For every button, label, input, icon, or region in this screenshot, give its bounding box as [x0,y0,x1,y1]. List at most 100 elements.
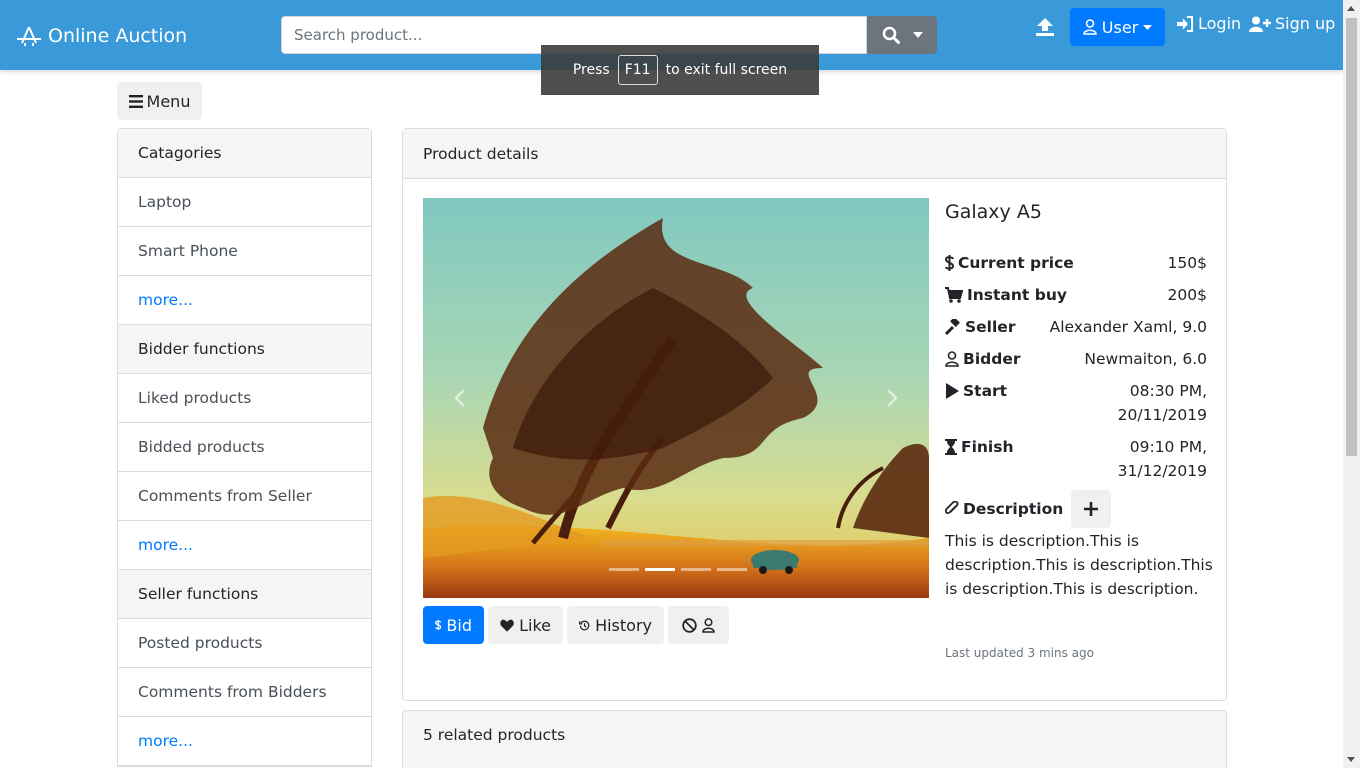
like-label: Like [519,615,551,635]
start-label: Start [963,382,1008,400]
finish-label-wrap: Finish [945,435,1014,483]
fullscreen-key: F11 [617,55,658,85]
dollar-icon [945,255,954,271]
description-text: This is description.This is description.… [945,532,1213,598]
menu-button[interactable]: Menu [117,82,202,120]
product-details-card: Product details Bid Like History Galaxy … [402,128,1227,701]
description-label: Description [963,500,1064,518]
current-price-label: Current price [958,254,1074,272]
like-button[interactable]: Like [488,606,563,644]
user-icon [702,617,715,633]
bid-button[interactable]: Bid [423,606,484,644]
user-icon [945,351,959,367]
auction-logo-icon [17,26,41,46]
start-date: 20/11/2019 [1117,406,1207,424]
brand-link[interactable]: Online Auction [16,22,187,50]
carousel-indicator-active[interactable] [645,568,675,571]
scroll-up-arrow-icon[interactable] [1347,6,1355,11]
finish-label: Finish [961,438,1014,456]
sidebar-item-laptop[interactable]: Laptop [118,178,371,227]
instant-buy-row: Instant buy 200$ [945,283,1207,307]
sidebar-header-categories: Catagories [118,129,371,178]
last-updated-text: Last updated 3 mins ago [945,646,1094,660]
caret-down-icon[interactable] [912,32,923,38]
hamburger-icon [128,94,143,108]
history-icon [579,620,590,630]
ban-icon [682,617,697,633]
product-info-list: Current price 150$ Instant buy 200$ Sell… [945,251,1207,491]
bidder-value[interactable]: Newmaiton, 6.0 [1084,347,1207,371]
brand-text: Online Auction [48,25,188,47]
paperclip-icon [945,501,959,515]
gavel-icon [945,319,960,335]
page-scrollbar[interactable] [1343,0,1360,768]
product-image-carousel[interactable] [423,198,929,598]
signup-label: Sign up [1275,14,1336,33]
history-label: History [595,615,652,635]
carousel-indicator[interactable] [681,568,711,571]
user-icon [1082,19,1097,35]
instant-buy-label: Instant buy [967,286,1067,304]
bidder-label-wrap: Bidder [945,347,1020,371]
heart-icon [500,619,514,632]
fullscreen-notice: Press F11 to exit full screen [541,45,819,95]
seller-row: Seller Alexander Xaml, 9.0 [945,315,1207,339]
sidebar-more-bidder-link[interactable]: more... [118,521,371,570]
bid-label: Bid [446,615,472,635]
carousel-prev-icon[interactable] [453,388,467,408]
instant-buy-value: 200$ [1167,286,1207,304]
carousel-indicator[interactable] [609,568,639,571]
product-name: Galaxy A5 [945,201,1042,223]
search-icon [882,26,900,44]
upload-icon[interactable] [1034,17,1056,37]
sign-in-icon [1177,15,1193,32]
sidebar-header-bidder-functions: Bidder functions [118,325,371,374]
sidebar-item-smart-phone[interactable]: Smart Phone [118,227,371,276]
start-label-wrap: Start [945,379,1007,427]
carousel-indicators [609,568,747,571]
carousel-indicator[interactable] [717,568,747,571]
related-products-title: 5 related products [423,726,566,744]
sidebar-more-seller-link[interactable]: more... [118,717,371,766]
seller-label-wrap: Seller [945,315,1015,339]
user-label: User [1101,17,1139,37]
scrollbar-thumb[interactable] [1346,18,1357,456]
menu-label: Menu [146,91,191,111]
product-actions: Bid Like History [423,606,729,644]
bidder-label: Bidder [963,350,1021,368]
sidebar-more-categories-link[interactable]: more... [118,276,371,325]
product-image [423,198,929,598]
seller-value[interactable]: Alexander Xaml, 9.0 [1050,315,1207,339]
sidebar-item-liked-products[interactable]: Liked products [118,374,371,423]
current-price-label-wrap: Current price [945,251,1074,275]
finish-time: 09:10 PM, [1129,438,1207,456]
start-time: 08:30 PM, [1129,382,1207,400]
search-button[interactable] [867,16,937,54]
fullscreen-suffix-text: to exit full screen [665,62,788,78]
signup-link[interactable]: Sign up [1249,14,1335,33]
hourglass-icon [945,439,957,455]
add-description-button[interactable] [1071,490,1112,528]
seller-label: Seller [965,318,1016,336]
cart-icon [945,287,963,303]
finish-value: 09:10 PM, 31/12/2019 [1118,435,1207,483]
user-dropdown-button[interactable]: User [1070,8,1165,46]
instant-buy-label-wrap: Instant buy [945,283,1067,307]
login-link[interactable]: Login [1176,14,1241,33]
description-header: Description [945,490,1112,528]
sidebar-item-comments-from-seller[interactable]: Comments from Seller [118,472,371,521]
sidebar-item-comments-from-bidders[interactable]: Comments from Bidders [118,668,371,717]
start-value: 08:30 PM, 20/11/2019 [1118,379,1207,427]
play-icon [946,383,959,399]
scroll-down-arrow-icon[interactable] [1347,757,1355,762]
sidebar-item-bidded-products[interactable]: Bidded products [118,423,371,472]
carousel-next-icon[interactable] [885,388,899,408]
block-user-button[interactable] [668,606,729,644]
sidebar-item-posted-products[interactable]: Posted products [118,619,371,668]
related-products-card: 5 related products [402,710,1227,768]
start-row: Start 08:30 PM, 20/11/2019 [945,379,1207,427]
history-button[interactable]: History [567,606,664,644]
user-plus-icon [1249,16,1271,32]
current-price-row: Current price 150$ [945,251,1207,275]
product-details-header: Product details [403,129,1226,179]
